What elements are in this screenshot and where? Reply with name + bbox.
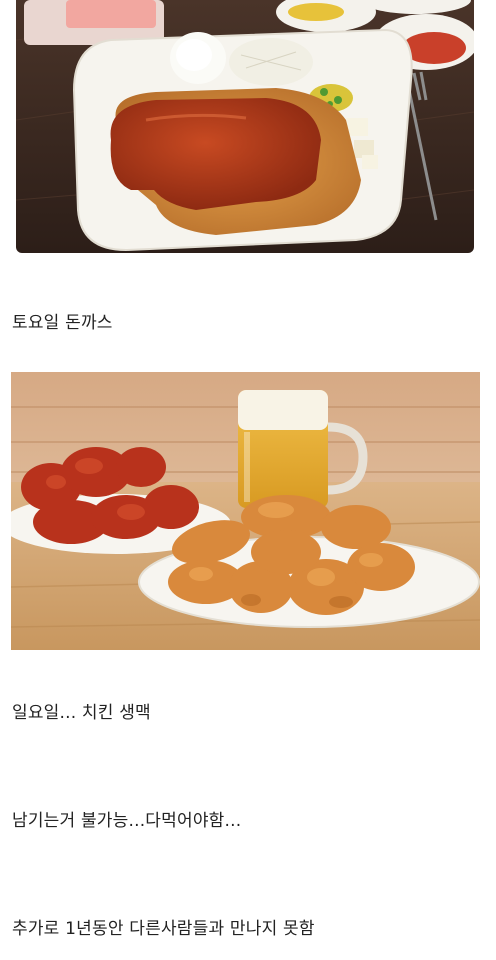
post-caption: 토요일 돈까스 (12, 313, 113, 333)
post-caption: 일요일... 치킨 생맥 (12, 703, 151, 723)
post-caption: 추가로 1년동안 다른사람들과 만나지 못함 (12, 919, 315, 939)
fried-chicken-beer-photo (11, 372, 480, 650)
post-caption: 남기는거 불가능...다먹어야함... (12, 811, 242, 831)
tonkatsu-photo (16, 0, 474, 253)
